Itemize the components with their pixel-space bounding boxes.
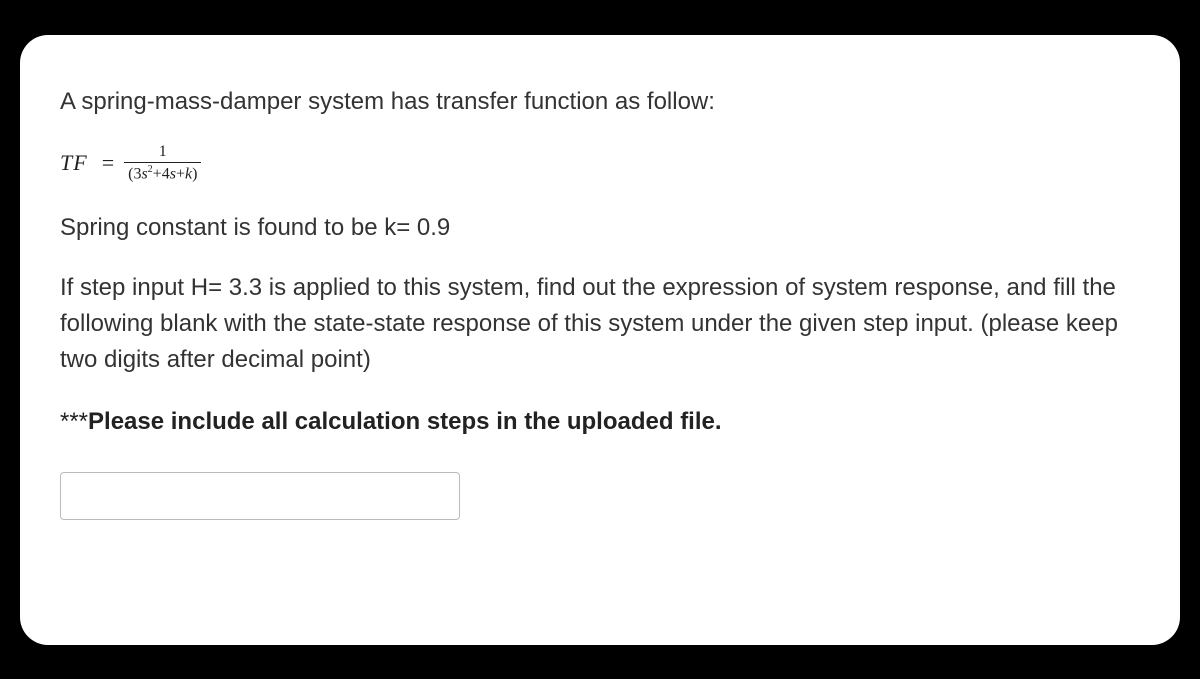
upload-note: ***Please include all calculation steps … [60,404,1140,440]
equals-sign: = [102,150,114,176]
spring-constant-text: Spring constant is found to be k= 0.9 [60,211,1140,246]
note-bold-text: Please include all calculation steps in … [88,408,722,435]
step-input-paragraph: If step input H= 3.3 is applied to this … [60,270,1140,378]
question-card: A spring-mass-damper system has transfer… [20,35,1180,645]
transfer-function-equation: TF = 1 (3s2+4s+k) [60,143,1140,183]
fraction-numerator: 1 [155,143,171,162]
tf-lhs: TF [60,150,88,176]
fraction-denominator: (3s2+4s+k) [124,162,201,183]
intro-text: A spring-mass-damper system has transfer… [60,85,1140,120]
fraction: 1 (3s2+4s+k) [124,143,201,183]
answer-input[interactable] [60,472,460,520]
note-stars: *** [60,408,88,435]
